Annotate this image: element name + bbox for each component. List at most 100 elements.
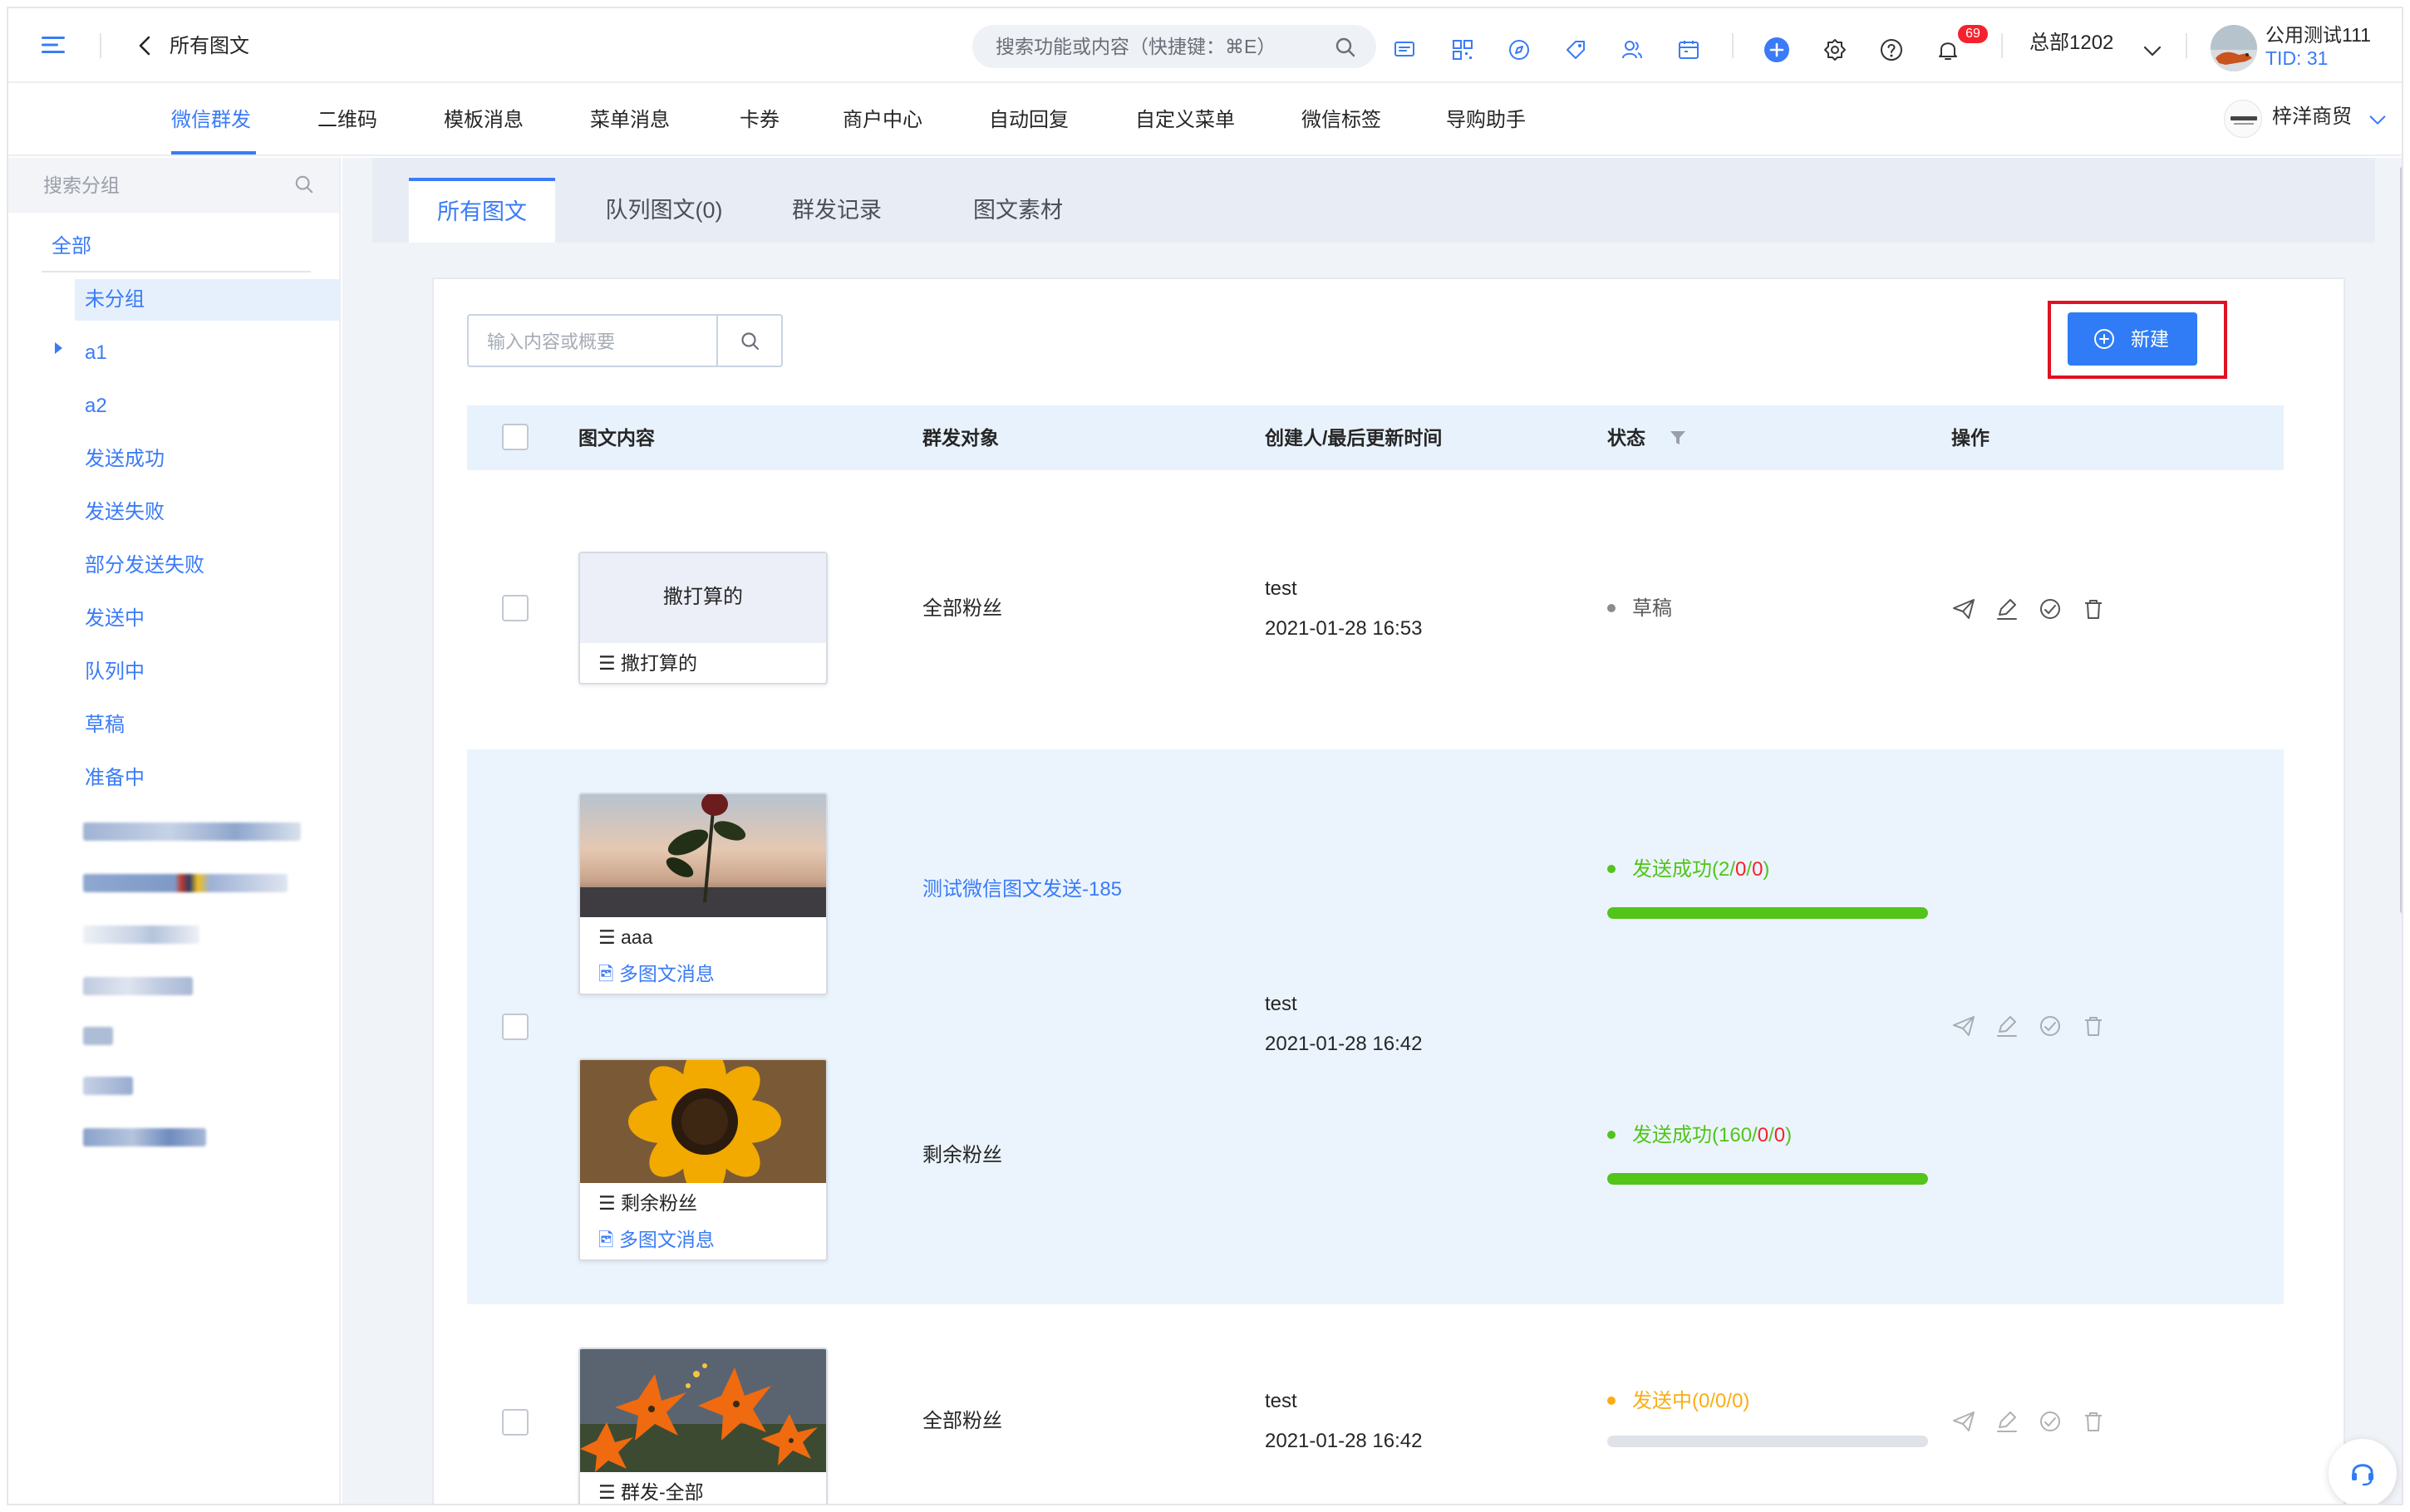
send-icon[interactable]: [1951, 1014, 1976, 1038]
tab-article-materials[interactable]: 图文素材: [956, 178, 1080, 243]
blurred-group-item[interactable]: [83, 1027, 113, 1045]
blurred-group-item[interactable]: [83, 822, 301, 841]
blurred-group-item[interactable]: [83, 1128, 206, 1146]
nav-item-shopping-guide[interactable]: 导购助手: [1446, 108, 1526, 133]
calendar-icon[interactable]: [1677, 38, 1700, 61]
tab-all-articles[interactable]: 所有图文: [409, 178, 555, 243]
group-search-input[interactable]: 搜索分组: [8, 158, 339, 213]
filter-icon[interactable]: [1669, 429, 1687, 447]
article-card[interactable]: ☰ 群发-全部: [578, 1348, 828, 1504]
trash-icon[interactable]: [2081, 1409, 2106, 1434]
sync-icon[interactable]: [2038, 1014, 2063, 1038]
row-target-link[interactable]: 测试微信图文发送-185: [922, 877, 1122, 902]
status-count-other: 0: [1752, 858, 1763, 881]
brand-name[interactable]: 梓洋商贸: [2272, 105, 2352, 130]
message-icon[interactable]: [1393, 38, 1416, 61]
group-item-partial-failed[interactable]: 部分发送失败: [85, 553, 204, 578]
nav-item-auto-reply[interactable]: 自动回复: [989, 108, 1069, 133]
row-creator: test: [1265, 993, 1297, 1015]
group-item-a2[interactable]: a2: [85, 394, 107, 419]
send-icon[interactable]: [1951, 596, 1976, 621]
edit-icon[interactable]: [1994, 1409, 2019, 1434]
group-item-sending[interactable]: 发送中: [85, 606, 145, 631]
blurred-group-item[interactable]: [83, 925, 199, 944]
article-card[interactable]: 撒打算的 ☰ 撒打算的: [578, 552, 828, 685]
scrollbar[interactable]: [2400, 166, 2402, 914]
article-cover-image: [580, 794, 826, 917]
sync-icon[interactable]: [2038, 596, 2063, 621]
send-icon[interactable]: [1951, 1409, 1976, 1434]
users-icon[interactable]: [1621, 38, 1644, 61]
row-checkbox[interactable]: [502, 595, 529, 621]
progress-bar: [1607, 1173, 1928, 1185]
article-item: ☰ 撒打算的: [580, 643, 826, 683]
nav-item-coupon[interactable]: 卡券: [740, 108, 780, 133]
nav-item-merchant-center[interactable]: 商户中心: [843, 108, 922, 133]
article-card[interactable]: ☰ aaa 🖻 多图文消息: [578, 793, 828, 995]
row-time: 2021-01-28 16:53: [1265, 617, 1423, 640]
row-checkbox[interactable]: [502, 1409, 529, 1436]
status-badge: 发送成功(2/0/0): [1607, 857, 1769, 882]
group-all[interactable]: 全部: [52, 234, 91, 259]
help-icon[interactable]: [1880, 38, 1903, 61]
blurred-group-item[interactable]: [83, 977, 193, 995]
group-item-queued[interactable]: 队列中: [85, 660, 145, 685]
article-item-title: 撒打算的: [621, 652, 698, 674]
avatar[interactable]: [2211, 25, 2257, 71]
content-search-button[interactable]: [716, 314, 783, 367]
menu-icon[interactable]: [42, 35, 66, 55]
tab-mass-records[interactable]: 群发记录: [775, 178, 899, 243]
nav-item-wechat-mass[interactable]: 微信群发: [171, 108, 251, 133]
progress-fill: [1607, 1173, 1928, 1185]
caret-right-icon[interactable]: [55, 342, 62, 354]
group-item-ungrouped[interactable]: 未分组: [85, 287, 145, 312]
user-tid: TID: 31: [2265, 47, 2329, 69]
sync-icon[interactable]: [2038, 1409, 2063, 1434]
gear-icon[interactable]: [1823, 38, 1847, 61]
new-button[interactable]: 新建: [2068, 312, 2197, 366]
group-item-send-success[interactable]: 发送成功: [85, 447, 165, 472]
nav-item-template-message[interactable]: 模板消息: [444, 108, 524, 133]
article-card[interactable]: ☰ 剩余粉丝 🖻 多图文消息: [578, 1058, 828, 1261]
row-time: 2021-01-28 16:42: [1265, 1033, 1423, 1055]
top-bar: 所有图文 搜索功能或内容（快捷键：⌘E） 69 总部1202 公用测试111 T…: [8, 8, 2402, 83]
search-icon[interactable]: [294, 174, 314, 194]
account-selector[interactable]: 总部1202: [2029, 30, 2113, 56]
blurred-group-item[interactable]: [83, 874, 288, 892]
select-all-checkbox[interactable]: [502, 424, 529, 450]
tag-icon[interactable]: [1564, 38, 1587, 61]
table-row: 撒打算的 ☰ 撒打算的 全部粉丝 test 2021-01-28 16:53 草…: [467, 472, 2284, 749]
list-icon: ☰: [598, 1192, 616, 1214]
compass-icon[interactable]: [1507, 38, 1531, 61]
edit-icon[interactable]: [1994, 596, 2019, 621]
row-checkbox[interactable]: [502, 1014, 529, 1040]
nav-item-custom-menu[interactable]: 自定义菜单: [1135, 108, 1235, 133]
plus-circle-icon[interactable]: [1763, 37, 1790, 63]
bell-icon[interactable]: [1936, 38, 1960, 61]
content-search-input[interactable]: 输入内容或概要: [467, 314, 716, 367]
edit-icon[interactable]: [1994, 1014, 2019, 1038]
table-row: ☰ 群发-全部 全部粉丝 test 2021-01-28 16:42 发送中(0…: [467, 1304, 2284, 1504]
nav-item-wechat-tags[interactable]: 微信标签: [1301, 108, 1381, 133]
list-icon: ☰: [598, 926, 616, 948]
group-item-a1[interactable]: a1: [85, 341, 107, 366]
nav-item-menu-message[interactable]: 菜单消息: [590, 108, 670, 133]
qrcode-icon[interactable]: [1451, 38, 1474, 61]
nav-item-qrcode[interactable]: 二维码: [317, 108, 377, 133]
chevron-down-icon[interactable]: [2367, 110, 2388, 131]
trash-icon[interactable]: [2081, 1014, 2106, 1038]
global-search[interactable]: 搜索功能或内容（快捷键：⌘E）: [972, 25, 1376, 68]
brand-logo[interactable]: [2224, 100, 2262, 138]
tab-queued-articles[interactable]: 队列图文(0): [585, 178, 743, 243]
trash-icon[interactable]: [2081, 596, 2106, 621]
search-icon: [741, 332, 760, 351]
group-item-send-failed[interactable]: 发送失败: [85, 500, 165, 525]
blurred-group-item[interactable]: [83, 1077, 133, 1095]
article-type: 🖻 多图文消息: [580, 1223, 826, 1259]
chevron-down-icon[interactable]: [2141, 40, 2164, 63]
back-icon[interactable]: [133, 33, 158, 58]
group-item-draft[interactable]: 草稿: [85, 713, 125, 738]
group-item-preparing[interactable]: 准备中: [85, 766, 145, 791]
support-button[interactable]: [2329, 1439, 2397, 1504]
row-actions: [1951, 1409, 2117, 1434]
